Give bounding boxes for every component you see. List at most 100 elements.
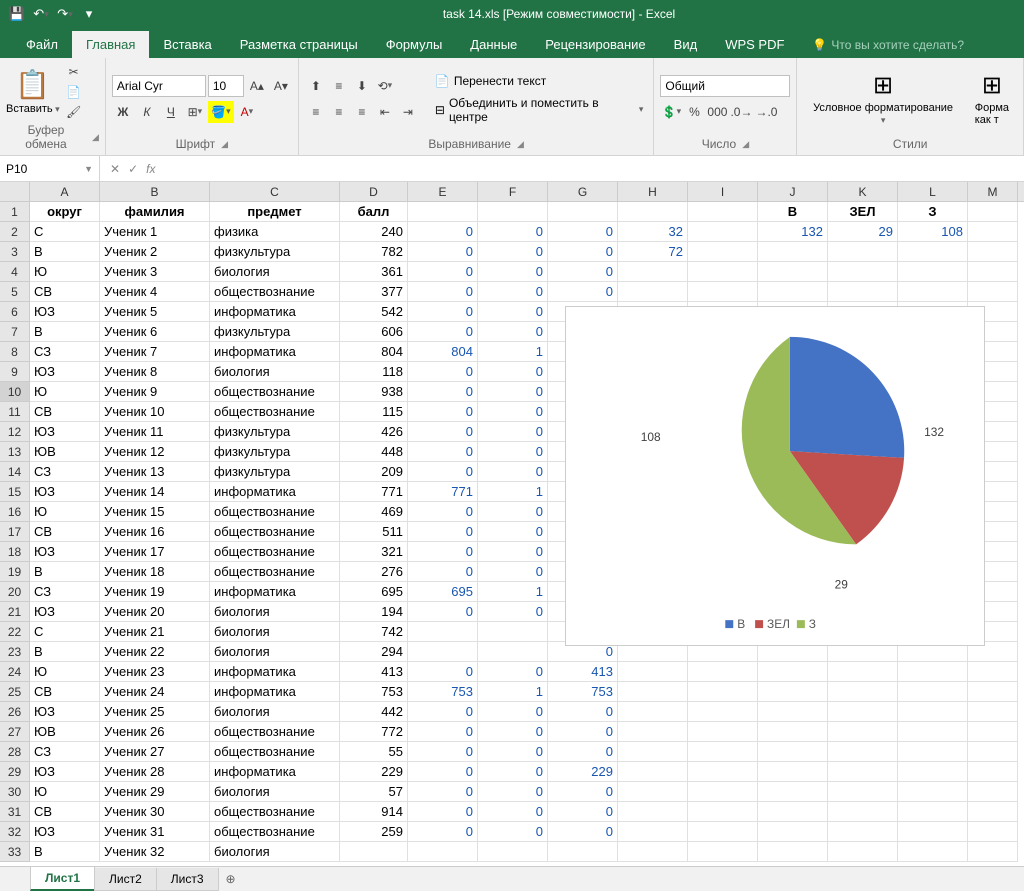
cell-D18[interactable]: 321 bbox=[340, 542, 408, 562]
cell-C31[interactable]: обществознание bbox=[210, 802, 340, 822]
merge-button[interactable]: ⊟ Объединить и поместить в центре bbox=[431, 94, 648, 126]
cell-D24[interactable]: 413 bbox=[340, 662, 408, 682]
cell-G2[interactable]: 0 bbox=[548, 222, 618, 242]
cell-H5[interactable] bbox=[618, 282, 688, 302]
cell-E32[interactable]: 0 bbox=[408, 822, 478, 842]
cell-L26[interactable] bbox=[898, 702, 968, 722]
cell-H26[interactable] bbox=[618, 702, 688, 722]
header-cell[interactable] bbox=[618, 202, 688, 222]
row-header[interactable]: 23 bbox=[0, 642, 30, 662]
format-painter-icon[interactable]: 🖌 bbox=[64, 103, 84, 121]
cell-H25[interactable] bbox=[618, 682, 688, 702]
cell-G26[interactable]: 0 bbox=[548, 702, 618, 722]
cell-H2[interactable]: 32 bbox=[618, 222, 688, 242]
cell-I4[interactable] bbox=[688, 262, 758, 282]
cell-F2[interactable]: 0 bbox=[478, 222, 548, 242]
cell-F16[interactable]: 0 bbox=[478, 502, 548, 522]
cell-J31[interactable] bbox=[758, 802, 828, 822]
cell-B18[interactable]: Ученик 17 bbox=[100, 542, 210, 562]
cell-D29[interactable]: 229 bbox=[340, 762, 408, 782]
comma-icon[interactable]: 000 bbox=[706, 101, 728, 123]
col-header-C[interactable]: C bbox=[210, 182, 340, 201]
cell-B30[interactable]: Ученик 29 bbox=[100, 782, 210, 802]
cell-A24[interactable]: Ю bbox=[30, 662, 100, 682]
cell-D13[interactable]: 448 bbox=[340, 442, 408, 462]
cell-F8[interactable]: 1 bbox=[478, 342, 548, 362]
cell-I27[interactable] bbox=[688, 722, 758, 742]
align-center-icon[interactable]: ≡ bbox=[328, 101, 350, 123]
cell-F5[interactable]: 0 bbox=[478, 282, 548, 302]
cell-L31[interactable] bbox=[898, 802, 968, 822]
cell-D28[interactable]: 55 bbox=[340, 742, 408, 762]
cell-M26[interactable] bbox=[968, 702, 1018, 722]
cell-D11[interactable]: 115 bbox=[340, 402, 408, 422]
cell-I33[interactable] bbox=[688, 842, 758, 862]
cell-B12[interactable]: Ученик 11 bbox=[100, 422, 210, 442]
cell-L3[interactable] bbox=[898, 242, 968, 262]
row-header[interactable]: 32 bbox=[0, 822, 30, 842]
paste-button[interactable]: Вставить bbox=[6, 103, 60, 115]
cell-F28[interactable]: 0 bbox=[478, 742, 548, 762]
col-header-K[interactable]: K bbox=[828, 182, 898, 201]
row-header[interactable]: 26 bbox=[0, 702, 30, 722]
cell-B29[interactable]: Ученик 28 bbox=[100, 762, 210, 782]
number-launcher-icon[interactable]: ◢ bbox=[742, 139, 749, 150]
cell-F9[interactable]: 0 bbox=[478, 362, 548, 382]
cell-G28[interactable]: 0 bbox=[548, 742, 618, 762]
row-header[interactable]: 22 bbox=[0, 622, 30, 642]
cell-E13[interactable]: 0 bbox=[408, 442, 478, 462]
cell-D23[interactable]: 294 bbox=[340, 642, 408, 662]
cell-A4[interactable]: Ю bbox=[30, 262, 100, 282]
cell-D31[interactable]: 914 bbox=[340, 802, 408, 822]
cell-B16[interactable]: Ученик 15 bbox=[100, 502, 210, 522]
cell-F27[interactable]: 0 bbox=[478, 722, 548, 742]
cell-B23[interactable]: Ученик 22 bbox=[100, 642, 210, 662]
header-cell[interactable] bbox=[408, 202, 478, 222]
cell-C12[interactable]: физкультура bbox=[210, 422, 340, 442]
cell-C4[interactable]: биология bbox=[210, 262, 340, 282]
row-header[interactable]: 10 bbox=[0, 382, 30, 402]
cell-B3[interactable]: Ученик 2 bbox=[100, 242, 210, 262]
row-header[interactable]: 20 bbox=[0, 582, 30, 602]
cell-F29[interactable]: 0 bbox=[478, 762, 548, 782]
cell-J3[interactable] bbox=[758, 242, 828, 262]
row-header[interactable]: 30 bbox=[0, 782, 30, 802]
cell-E6[interactable]: 0 bbox=[408, 302, 478, 322]
cell-I26[interactable] bbox=[688, 702, 758, 722]
cell-F31[interactable]: 0 bbox=[478, 802, 548, 822]
cell-H27[interactable] bbox=[618, 722, 688, 742]
cell-K2[interactable]: 29 bbox=[828, 222, 898, 242]
cell-B5[interactable]: Ученик 4 bbox=[100, 282, 210, 302]
cell-J24[interactable] bbox=[758, 662, 828, 682]
tab-home[interactable]: Главная bbox=[72, 31, 149, 58]
col-header-A[interactable]: A bbox=[30, 182, 100, 201]
cell-F24[interactable]: 0 bbox=[478, 662, 548, 682]
cell-C8[interactable]: информатика bbox=[210, 342, 340, 362]
cell-A14[interactable]: СЗ bbox=[30, 462, 100, 482]
cell-M29[interactable] bbox=[968, 762, 1018, 782]
cell-D33[interactable] bbox=[340, 842, 408, 862]
cell-A9[interactable]: ЮЗ bbox=[30, 362, 100, 382]
row-header[interactable]: 19 bbox=[0, 562, 30, 582]
cell-A29[interactable]: ЮЗ bbox=[30, 762, 100, 782]
cell-E24[interactable]: 0 bbox=[408, 662, 478, 682]
cell-D25[interactable]: 753 bbox=[340, 682, 408, 702]
cell-K26[interactable] bbox=[828, 702, 898, 722]
cell-G30[interactable]: 0 bbox=[548, 782, 618, 802]
cell-I30[interactable] bbox=[688, 782, 758, 802]
increase-decimal-icon[interactable]: .0→ bbox=[729, 101, 753, 123]
cell-A12[interactable]: ЮЗ bbox=[30, 422, 100, 442]
cell-C30[interactable]: биология bbox=[210, 782, 340, 802]
cell-G4[interactable]: 0 bbox=[548, 262, 618, 282]
col-header-F[interactable]: F bbox=[478, 182, 548, 201]
indent-decrease-icon[interactable]: ⇤ bbox=[374, 101, 396, 123]
cell-E19[interactable]: 0 bbox=[408, 562, 478, 582]
cell-C19[interactable]: обществознание bbox=[210, 562, 340, 582]
cell-M25[interactable] bbox=[968, 682, 1018, 702]
cell-F7[interactable]: 0 bbox=[478, 322, 548, 342]
font-size-select[interactable] bbox=[208, 75, 244, 97]
cell-J27[interactable] bbox=[758, 722, 828, 742]
cell-C26[interactable]: биология bbox=[210, 702, 340, 722]
cell-K32[interactable] bbox=[828, 822, 898, 842]
cell-F23[interactable] bbox=[478, 642, 548, 662]
